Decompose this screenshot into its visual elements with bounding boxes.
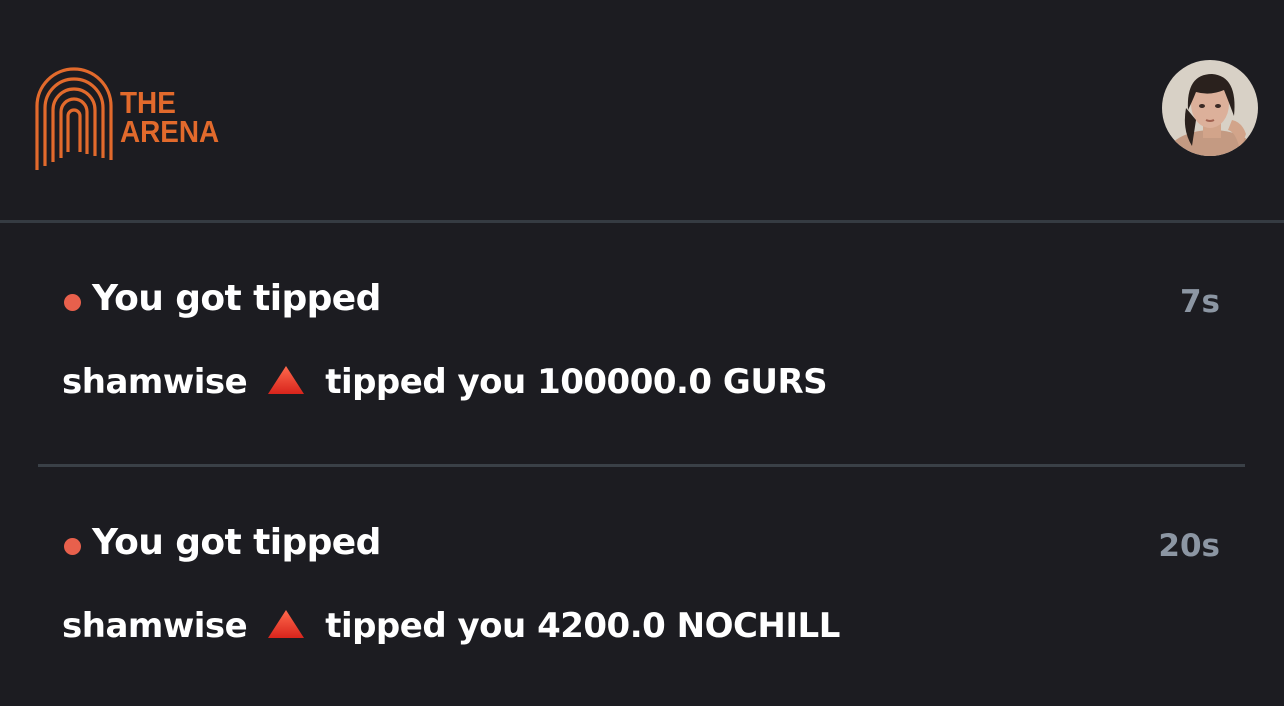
tip-message: tipped you 4200.0 NOCHILL (325, 606, 840, 646)
unread-dot-icon (64, 294, 81, 311)
unread-dot-icon (64, 538, 81, 555)
notification-title: You got tipped (92, 522, 381, 563)
avatar-photo-icon (1162, 60, 1258, 156)
notification-time: 7s (1179, 284, 1220, 320)
notification-item[interactable]: You got tipped 20s shamwise tipped you 42… (0, 506, 1284, 706)
red-triangle-icon (267, 608, 305, 638)
notification-item[interactable]: You got tipped 7s shamwise tipped you 100… (0, 262, 1284, 462)
tipper-username[interactable]: shamwise (62, 362, 248, 402)
arena-arch-icon (35, 67, 113, 170)
red-triangle-icon (267, 364, 305, 394)
notification-body: shamwise tipped you 100000.0 GURS (62, 362, 828, 402)
logo-line-1: THE (120, 85, 176, 120)
notification-title: You got tipped (92, 278, 381, 319)
tip-message: tipped you 100000.0 GURS (325, 362, 828, 402)
logo-line-2: ARENA (120, 114, 220, 149)
notification-time: 20s (1158, 528, 1220, 564)
notification-body: shamwise tipped you 4200.0 NOCHILL (62, 606, 840, 646)
logo-wordmark: THE ARENA (120, 85, 220, 149)
app-header: THE ARENA (0, 0, 1284, 223)
tipper-username[interactable]: shamwise (62, 606, 248, 646)
user-avatar[interactable] (1162, 60, 1258, 156)
arena-logo[interactable]: THE ARENA (34, 66, 224, 172)
notification-divider (38, 464, 1245, 467)
header-divider (0, 220, 1284, 223)
